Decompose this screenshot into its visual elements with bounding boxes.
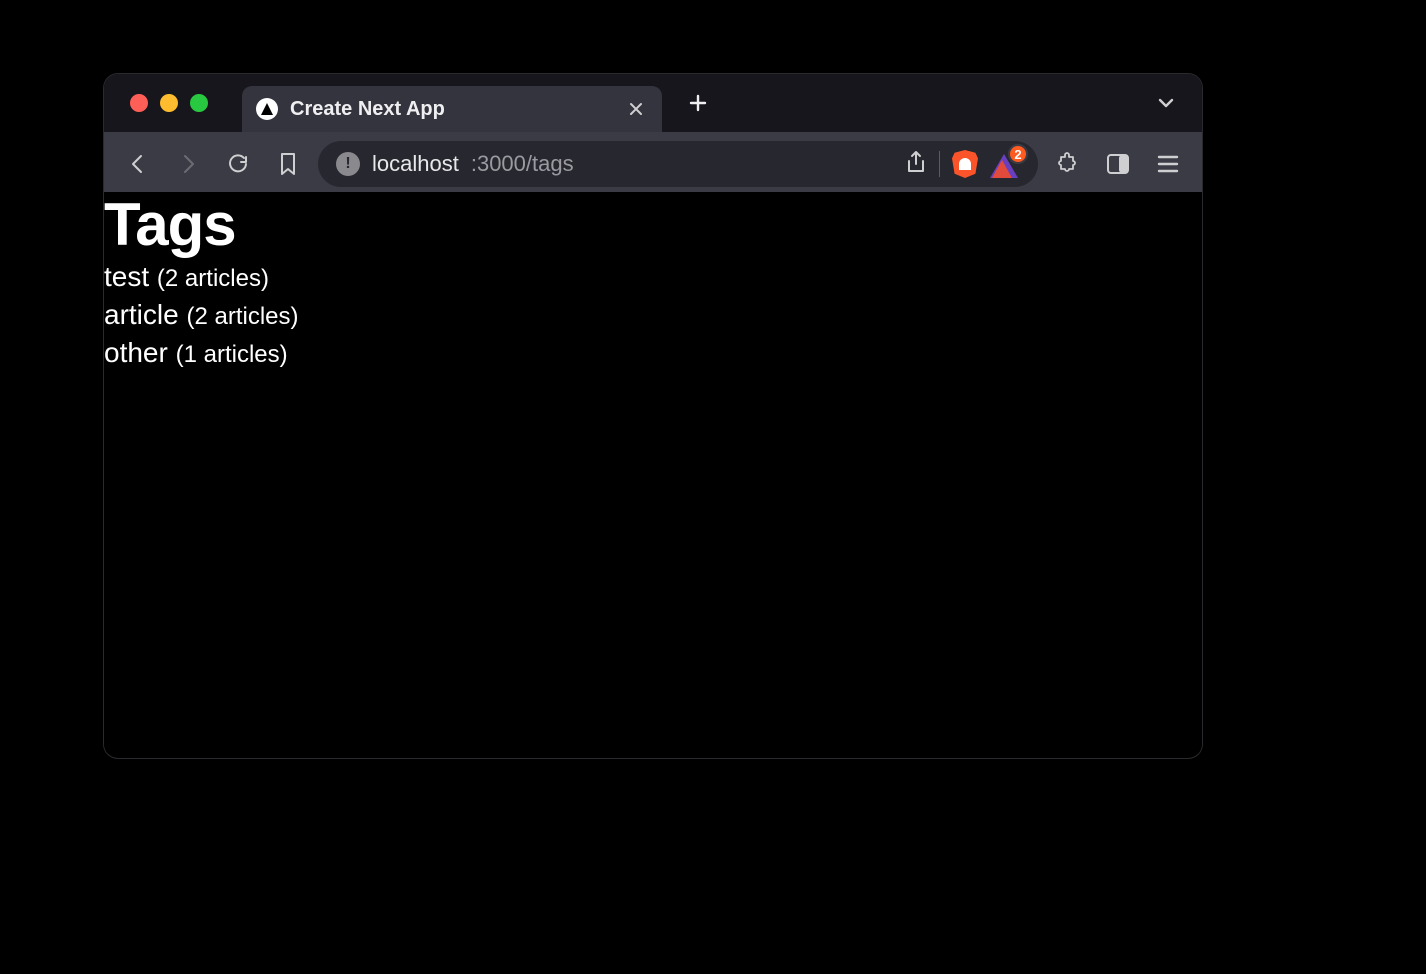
tag-name: test xyxy=(104,261,149,292)
rewards-badge: 2 xyxy=(1008,144,1028,164)
share-button[interactable] xyxy=(905,150,927,179)
toolbar-divider xyxy=(939,151,940,177)
window-controls xyxy=(130,94,208,112)
window-minimize-button[interactable] xyxy=(160,94,178,112)
tag-link[interactable]: article (2 articles) xyxy=(104,296,1202,334)
address-bar[interactable]: ! localhost :3000/tags 2 xyxy=(318,141,1038,187)
brave-rewards-icon[interactable]: 2 xyxy=(990,150,1020,178)
tag-count: (2 articles) xyxy=(157,265,269,292)
tab-title: Create Next App xyxy=(290,98,612,121)
page-heading: Tags xyxy=(104,192,1202,258)
bookmark-button[interactable] xyxy=(268,144,308,184)
page-viewport: Tags test (2 articles) article (2 articl… xyxy=(104,192,1202,754)
tag-count: (2 articles) xyxy=(186,303,298,330)
tab-close-button[interactable] xyxy=(624,97,648,121)
tag-link[interactable]: other (1 articles) xyxy=(104,334,1202,372)
url-host: localhost xyxy=(372,151,459,177)
app-menu-button[interactable] xyxy=(1148,144,1188,184)
browser-toolbar: ! localhost :3000/tags 2 xyxy=(104,132,1202,196)
window-zoom-button[interactable] xyxy=(190,94,208,112)
new-tab-button[interactable] xyxy=(678,83,718,123)
browser-tab[interactable]: Create Next App xyxy=(242,86,662,132)
tag-link[interactable]: test (2 articles) xyxy=(104,258,1202,296)
tab-strip: Create Next App xyxy=(104,74,1202,132)
sidebar-toggle-button[interactable] xyxy=(1098,144,1138,184)
window-close-button[interactable] xyxy=(130,94,148,112)
nav-forward-button[interactable] xyxy=(168,144,208,184)
brave-shields-icon[interactable] xyxy=(952,150,978,178)
extensions-button[interactable] xyxy=(1048,144,1088,184)
url-path: :3000/tags xyxy=(471,151,574,177)
favicon-vercel-icon xyxy=(256,98,278,120)
site-info-icon[interactable]: ! xyxy=(336,152,360,176)
tag-count: (1 articles) xyxy=(176,341,288,368)
reload-button[interactable] xyxy=(218,144,258,184)
nav-back-button[interactable] xyxy=(118,144,158,184)
tag-name: article xyxy=(104,299,179,330)
tag-name: other xyxy=(104,337,168,368)
tab-overflow-button[interactable] xyxy=(1146,83,1186,123)
browser-window: Create Next App ! localhost:3000/t xyxy=(104,74,1202,758)
